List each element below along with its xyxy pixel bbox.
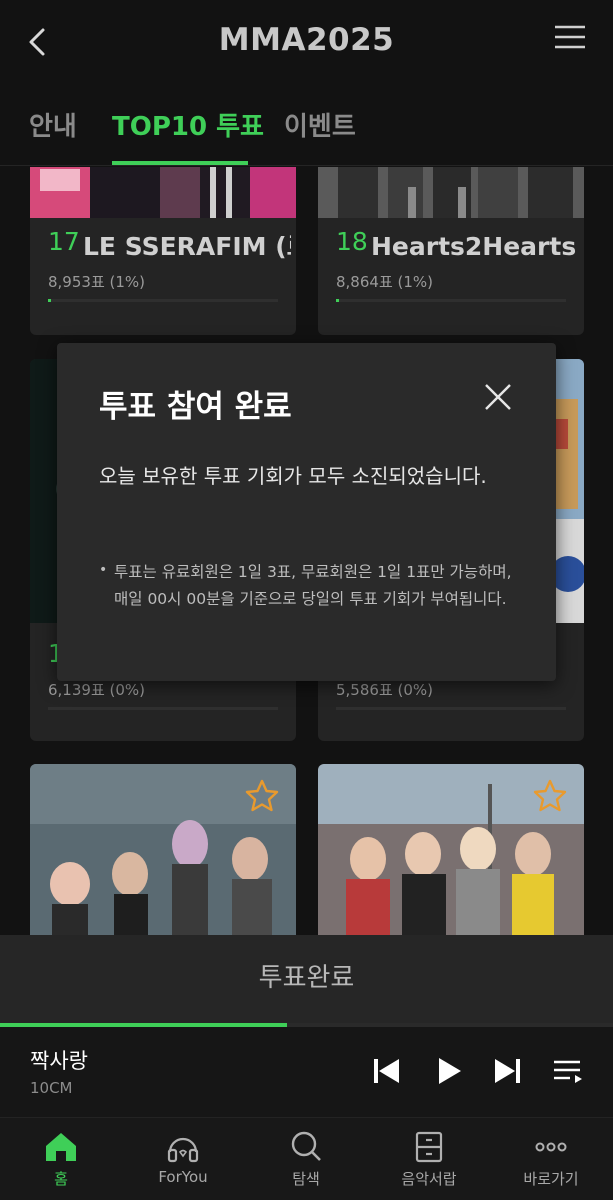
vote-bar <box>48 707 278 710</box>
vote-count: 8,864표 (1%) <box>336 273 434 291</box>
close-icon <box>485 384 511 410</box>
vote-count: 5,586표 (0%) <box>336 681 434 699</box>
playlist-button[interactable] <box>550 1053 586 1089</box>
star-icon <box>533 779 567 812</box>
page-title: MMA2025 <box>218 22 395 58</box>
mini-player[interactable]: 짝사랑 10CM <box>0 1027 613 1117</box>
drawer-icon <box>415 1131 443 1163</box>
artist-image <box>30 167 296 218</box>
tab-bar: 안내 TOP10 투표 이벤트 <box>0 84 613 166</box>
artist-image <box>318 167 584 218</box>
nav-label: 탐색 <box>292 1170 320 1188</box>
headphones-icon <box>167 1137 199 1163</box>
vote-count: 6,139표 (0%) <box>48 681 146 699</box>
artist-rank: 18 <box>336 227 368 256</box>
dialog-close-button[interactable] <box>482 381 514 413</box>
next-button[interactable] <box>489 1053 525 1089</box>
vote-complete-dialog: 투표 참여 완료 오늘 보유한 투표 기회가 모두 소진되었습니다. • 투표는… <box>57 343 556 681</box>
vote-bar <box>336 299 566 302</box>
note-bullet: • <box>99 562 108 578</box>
home-icon <box>46 1133 76 1161</box>
active-tab-indicator <box>112 161 248 165</box>
star-icon <box>245 779 279 812</box>
nav-label: 홈 <box>54 1170 68 1188</box>
dialog-message: 오늘 보유한 투표 기회가 모두 소진되었습니다. <box>99 464 487 488</box>
hamburger-icon <box>555 25 585 49</box>
dialog-note: 투표는 유료회원은 1일 3표, 무료회원은 1일 1표만 가능하며, 매일 0… <box>114 563 512 608</box>
tab-top10-vote[interactable]: TOP10 투표 <box>112 106 264 143</box>
vote-complete-button[interactable]: 투표완료 <box>0 935 613 1025</box>
bottom-nav: 홈 ForYou 탐색 음악서랍 바로가기 <box>0 1117 613 1200</box>
favorite-star-button[interactable] <box>244 778 280 814</box>
nav-home[interactable]: 홈 <box>0 1118 122 1200</box>
artist-card[interactable] <box>318 764 584 935</box>
menu-button[interactable] <box>552 22 588 54</box>
nav-drawer[interactable]: 음악서랍 <box>368 1118 490 1200</box>
play-button[interactable] <box>431 1053 467 1089</box>
artist-card[interactable]: 18 Hearts2Hearts (하츠투하츠) 8,864표 (1%) <box>318 167 584 335</box>
nav-foryou[interactable]: ForYou <box>122 1118 244 1200</box>
skip-previous-icon <box>374 1059 399 1083</box>
artist-name: Hearts2Hearts (하츠투하츠) <box>371 232 579 261</box>
artist-rank: 17 <box>48 227 80 256</box>
vote-bar <box>336 707 566 710</box>
artist-card[interactable] <box>30 764 296 935</box>
vote-count: 8,953표 (1%) <box>48 273 146 291</box>
skip-next-icon <box>495 1059 520 1083</box>
search-icon <box>291 1131 321 1161</box>
song-title: 짝사랑 <box>30 1049 88 1073</box>
favorite-star-button[interactable] <box>532 778 568 814</box>
nav-shortcuts[interactable]: 바로가기 <box>490 1118 612 1200</box>
nav-search[interactable]: 탐색 <box>245 1118 367 1200</box>
dialog-title: 투표 참여 완료 <box>99 389 292 425</box>
artist-card[interactable]: 17 LE SSERAFIM (르세라핌) 8,953표 (1%) <box>30 167 296 335</box>
tab-event[interactable]: 이벤트 <box>284 106 356 143</box>
artist-name: LE SSERAFIM (르세라핌) <box>83 232 291 261</box>
tab-info[interactable]: 안내 <box>29 106 77 143</box>
more-icon <box>535 1142 567 1152</box>
vote-bar-fill <box>336 299 339 302</box>
header: MMA2025 <box>0 0 613 84</box>
vote-bar-fill <box>48 299 51 302</box>
song-artist: 10CM <box>30 1079 73 1097</box>
playlist-icon <box>554 1060 582 1083</box>
nav-label: ForYou <box>158 1168 208 1186</box>
nav-label: 음악서랍 <box>401 1170 457 1188</box>
vote-bar <box>48 299 278 302</box>
previous-button[interactable] <box>369 1053 405 1089</box>
play-icon <box>439 1058 461 1084</box>
nav-label: 바로가기 <box>523 1170 579 1188</box>
